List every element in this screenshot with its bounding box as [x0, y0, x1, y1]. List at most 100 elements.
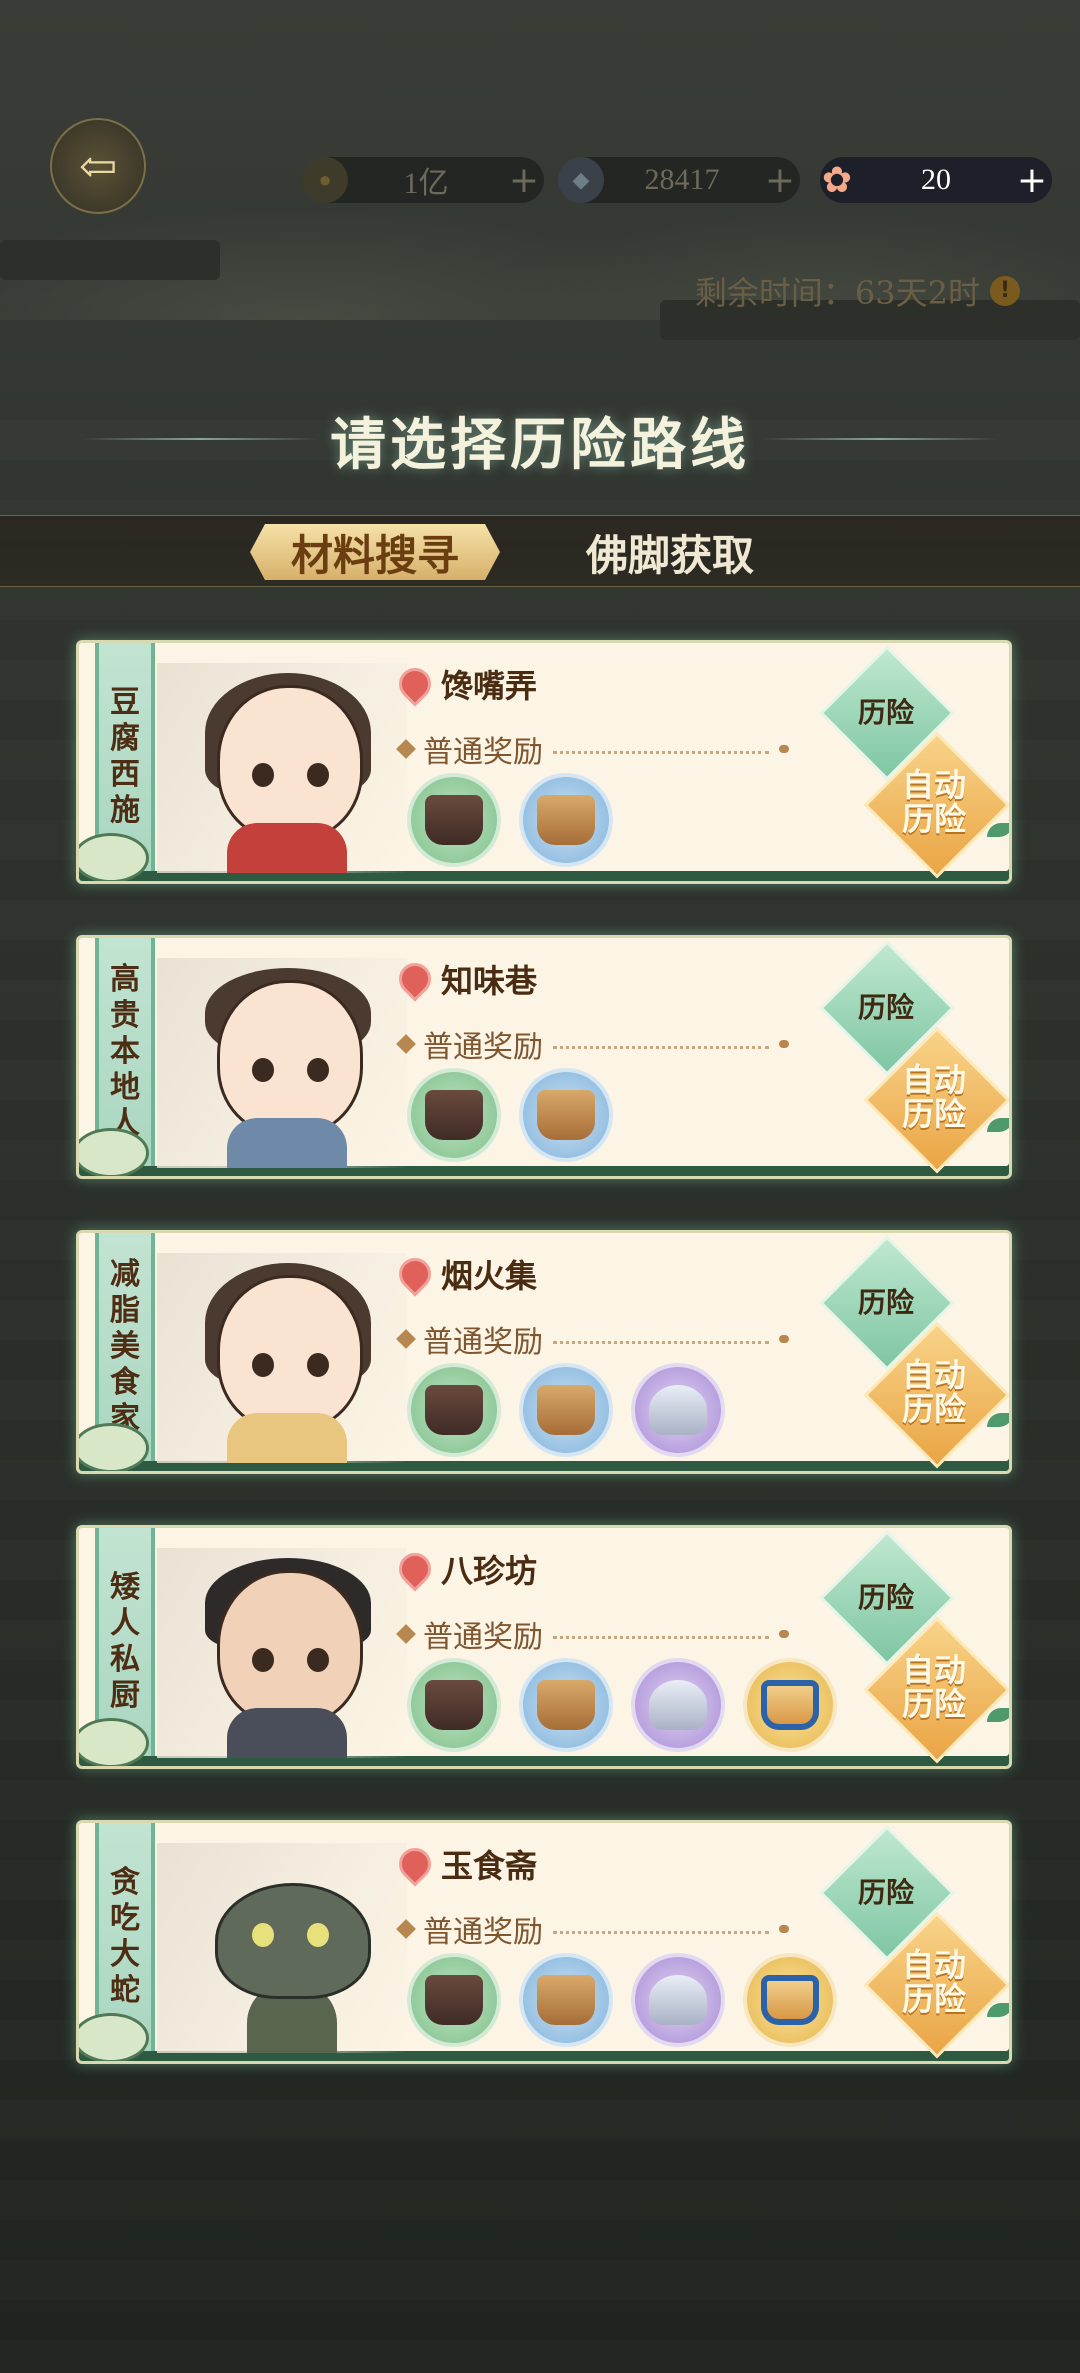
- add-gem-button[interactable]: +: [760, 160, 800, 201]
- add-coin-button[interactable]: +: [504, 160, 544, 201]
- character-portrait: [157, 1548, 407, 1758]
- glass-pot-icon: [649, 1680, 707, 1730]
- reward-header: 普通奖励: [396, 1907, 789, 1951]
- reward-item[interactable]: [407, 1068, 501, 1162]
- warning-icon[interactable]: !: [990, 276, 1020, 306]
- add-ticket-button[interactable]: +: [1012, 160, 1052, 201]
- auto-adventure-label[interactable]: 自动 历险: [869, 768, 999, 836]
- character-portrait: [157, 958, 407, 1168]
- snake-eye: [307, 1923, 329, 1947]
- route-card[interactable]: 豆 腐 西 施 馋嘴弄 普通奖励 历险 自动 历险: [76, 640, 1012, 884]
- name-char: 食: [110, 1365, 140, 1400]
- reward-item[interactable]: [519, 773, 613, 867]
- reward-label: 普通奖励: [423, 1325, 543, 1360]
- tan-pot-icon: [537, 1975, 595, 2025]
- name-char: 脂: [110, 1293, 140, 1328]
- reward-item[interactable]: [407, 1953, 501, 2047]
- location: 烟火集: [392, 1251, 538, 1297]
- glass-pot-icon: [649, 1385, 707, 1435]
- page-title: 请选择历险路线: [330, 412, 750, 478]
- snake-head: [215, 1883, 371, 1999]
- auto-adventure-label-line2: 历险: [901, 1095, 966, 1133]
- reward-item[interactable]: [407, 1658, 501, 1752]
- dark-pot-icon: [425, 1680, 483, 1730]
- gem-icon: ◆: [558, 157, 604, 203]
- name-char: 吃: [110, 1901, 140, 1936]
- timer-text: 剩余时间：63天2时: [694, 274, 980, 312]
- resource-gem: ◆ 28417 +: [558, 157, 800, 203]
- route-card[interactable]: 贪 吃 大 蛇 玉食斋 普通奖励 历险 自动 历险: [76, 1820, 1012, 2064]
- reward-item[interactable]: [519, 1363, 613, 1457]
- reward-item[interactable]: [631, 1658, 725, 1752]
- character-face: [217, 980, 363, 1136]
- tan-pot-icon: [537, 1090, 595, 1140]
- tab-material-search[interactable]: 材料搜寻: [250, 524, 500, 580]
- back-button[interactable]: ⇦: [50, 118, 146, 214]
- resource-ticket-value: 20: [921, 163, 951, 196]
- reward-item[interactable]: [519, 1068, 613, 1162]
- reward-items: [407, 1658, 837, 1752]
- name-char: 施: [110, 793, 140, 828]
- character-portrait: [157, 1253, 407, 1463]
- reward-item[interactable]: [519, 1658, 613, 1752]
- auto-adventure-label-line2: 历险: [901, 800, 966, 838]
- auto-adventure-label[interactable]: 自动 历险: [869, 1948, 999, 2016]
- auto-adventure-label[interactable]: 自动 历险: [869, 1653, 999, 1721]
- route-card[interactable]: 减 脂 美 食 家 烟火集 普通奖励 历险 自动 历险: [76, 1230, 1012, 1474]
- adventure-button-label[interactable]: 历险: [831, 691, 941, 731]
- dotted-line-end: [779, 1925, 789, 1933]
- tab-buddha-feet[interactable]: 佛脚获取: [545, 524, 795, 580]
- mascot-icon: [79, 1718, 149, 1766]
- diamond-icon: [396, 1034, 416, 1054]
- name-char: 大: [110, 1937, 140, 1972]
- name-char: 贪: [110, 1865, 140, 1900]
- reward-items: [407, 1363, 725, 1457]
- resource-coin-value: 1亿: [403, 167, 449, 200]
- location: 玉食斋: [392, 1841, 538, 1887]
- reward-header: 普通奖励: [396, 727, 789, 771]
- dotted-line: [553, 1635, 769, 1639]
- dark-pot-icon: [425, 795, 483, 845]
- adventure-button-label[interactable]: 历险: [831, 986, 941, 1026]
- background-roof: [0, 240, 220, 280]
- reward-item[interactable]: [519, 1953, 613, 2047]
- dark-pot-icon: [425, 1090, 483, 1140]
- dark-pot-icon: [425, 1975, 483, 2025]
- dotted-line-end: [779, 745, 789, 753]
- auto-adventure-label-line2: 历险: [901, 1390, 966, 1428]
- ticket-icon: ✿: [821, 160, 853, 200]
- coin-icon: ●: [302, 157, 348, 203]
- mascot-icon: [79, 1423, 149, 1471]
- character-eye: [252, 1058, 274, 1082]
- adventure-button-label[interactable]: 历险: [831, 1281, 941, 1321]
- event-timer: 剩余时间：63天2时 !: [695, 268, 1020, 314]
- back-arrow-icon: ⇦: [78, 139, 118, 193]
- resource-ticket: ✿ 20 +: [820, 157, 1052, 203]
- adventure-button-label[interactable]: 历险: [831, 1576, 941, 1616]
- reward-item[interactable]: [631, 1953, 725, 2047]
- adventure-button-label[interactable]: 历险: [831, 1871, 941, 1911]
- auto-adventure-label-line1: 自动: [901, 1946, 966, 1984]
- auto-adventure-label[interactable]: 自动 历险: [869, 1063, 999, 1131]
- reward-item[interactable]: [631, 1363, 725, 1457]
- route-card[interactable]: 矮 人 私 厨 八珍坊 普通奖励 历险 自动 历险: [76, 1525, 1012, 1769]
- name-char: 厨: [110, 1678, 140, 1713]
- dotted-line-end: [779, 1630, 789, 1638]
- route-card[interactable]: 高 贵 本 地 人 知味巷 普通奖励 历险 自动 历险: [76, 935, 1012, 1179]
- location-pin-icon: [392, 1251, 438, 1297]
- name-char: 贵: [110, 998, 140, 1033]
- reward-items: [407, 1068, 613, 1162]
- name-char: 减: [110, 1257, 140, 1292]
- reward-item[interactable]: [743, 1658, 837, 1752]
- location-name: 烟火集: [441, 1257, 538, 1295]
- reward-item[interactable]: [407, 1363, 501, 1457]
- reward-label: 普通奖励: [423, 1915, 543, 1950]
- diamond-icon: [396, 1919, 416, 1939]
- character-eye: [307, 763, 329, 787]
- auto-adventure-label[interactable]: 自动 历险: [869, 1358, 999, 1426]
- location-name: 玉食斋: [441, 1847, 538, 1885]
- location-name: 八珍坊: [441, 1552, 538, 1590]
- reward-item[interactable]: [407, 773, 501, 867]
- reward-item[interactable]: [743, 1953, 837, 2047]
- character-eye: [307, 1353, 329, 1377]
